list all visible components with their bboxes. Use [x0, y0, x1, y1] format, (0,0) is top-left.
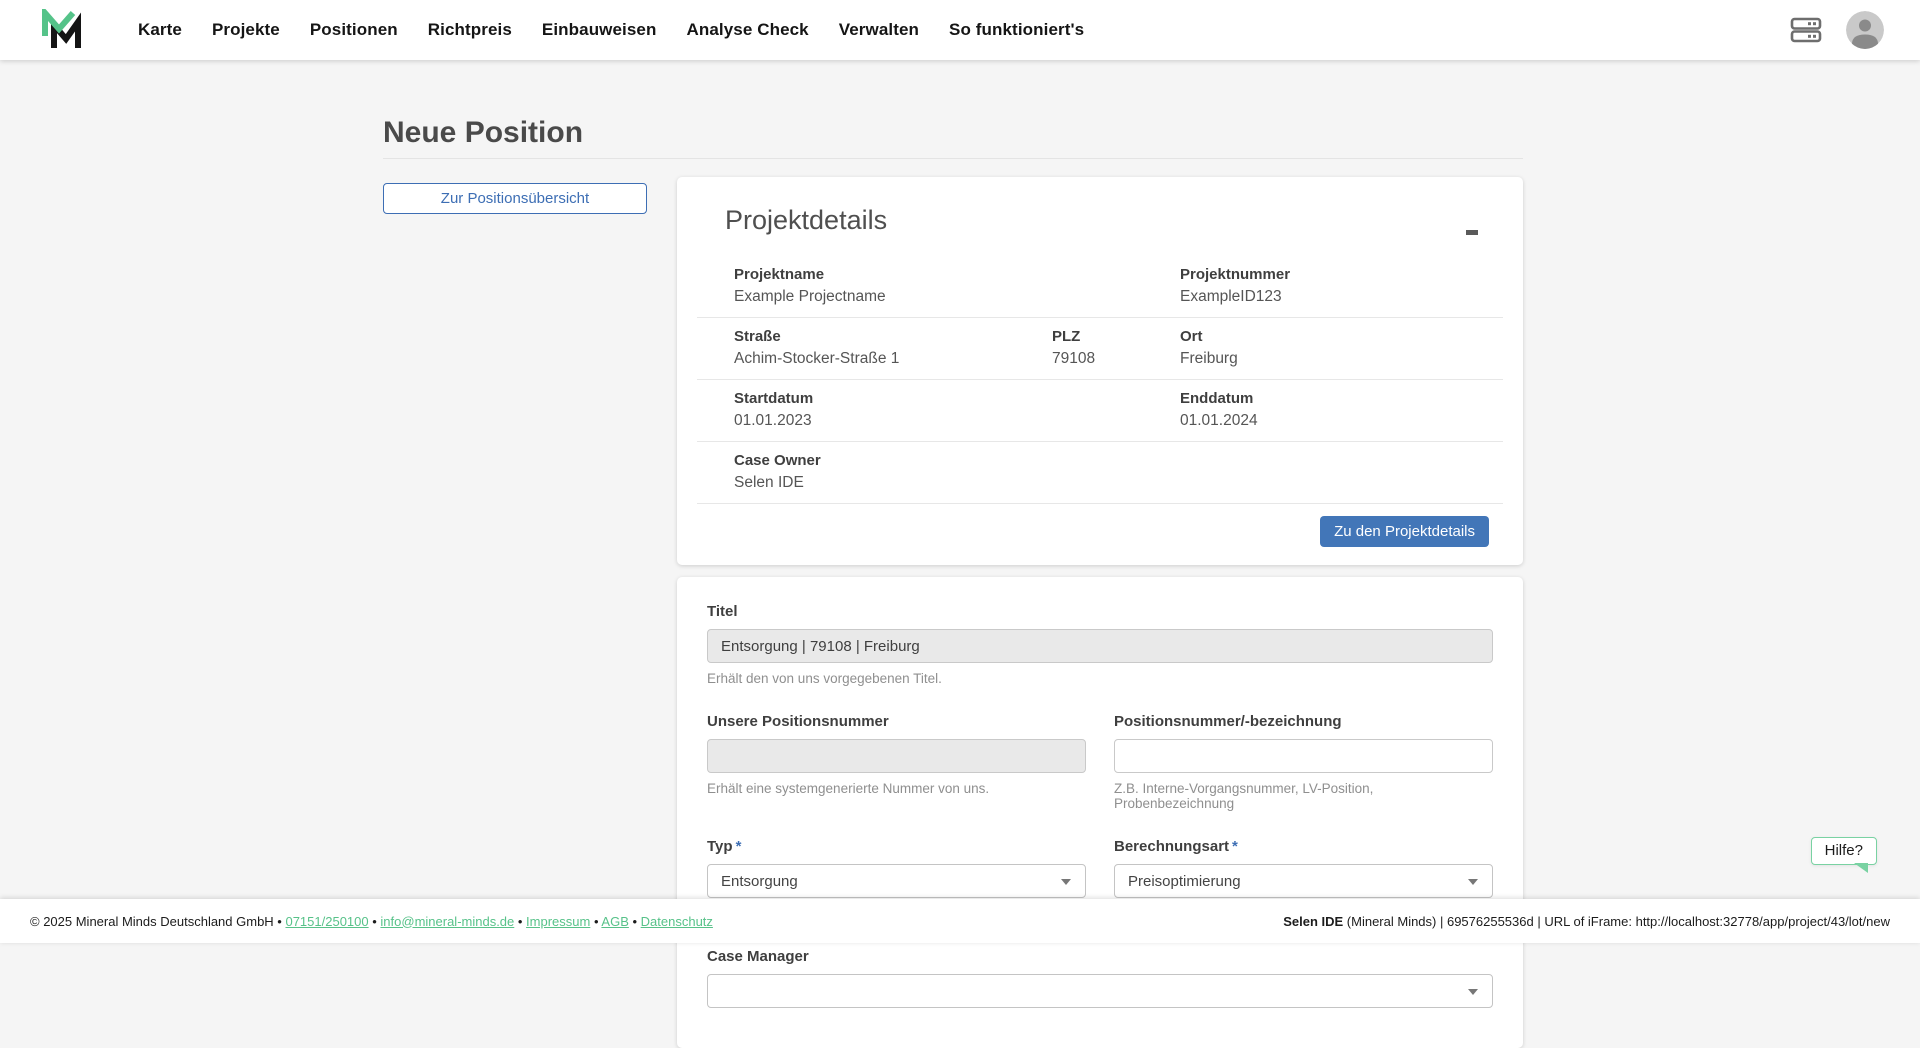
- table-row: Straße Achim-Stocker-Straße 1 PLZ 79108 …: [697, 318, 1503, 380]
- field-strasse: Straße Achim-Stocker-Straße 1: [734, 327, 1052, 369]
- field-startdatum: Startdatum 01.01.2023: [734, 389, 1180, 431]
- project-details-title: Projektdetails: [725, 205, 1523, 236]
- footer-link-datenschutz[interactable]: Datenschutz: [641, 914, 713, 929]
- nav-item-einbauweisen[interactable]: Einbauweisen: [542, 20, 657, 40]
- footer-separator: •: [514, 914, 526, 929]
- footer-separator: •: [629, 914, 641, 929]
- required-marker: *: [1232, 838, 1238, 855]
- nav-item-positionen[interactable]: Positionen: [310, 20, 398, 40]
- our-position-number-input: [707, 739, 1086, 773]
- table-row: Startdatum 01.01.2023 Enddatum 01.01.202…: [697, 380, 1503, 442]
- field-plz: PLZ 79108: [1052, 327, 1180, 369]
- field-case-owner: Case Owner Selen IDE: [734, 451, 1503, 493]
- field-projektname: Projektname Example Projectname: [734, 265, 1180, 307]
- our-position-number-group: Unsere Positionsnummer Erhält eine syste…: [707, 713, 1086, 811]
- minus-icon: [1466, 230, 1478, 235]
- chevron-down-icon: [1061, 879, 1071, 885]
- footer-link-agb[interactable]: AGB: [601, 914, 628, 929]
- field-ort: Ort Freiburg: [1180, 327, 1503, 369]
- back-to-positions-button[interactable]: Zur Positionsübersicht: [383, 183, 647, 214]
- footer-session-info: Selen IDE (Mineral Minds) | 69576255536d…: [1283, 914, 1890, 929]
- our-position-number-helper: Erhält eine systemgenerierte Nummer von …: [707, 781, 1086, 796]
- project-details-table: Projektname Example Projectname Projektn…: [697, 256, 1503, 504]
- table-row: Projektname Example Projectname Projektn…: [697, 256, 1503, 318]
- titel-label: Titel: [707, 603, 1493, 620]
- typ-label: Typ*: [707, 838, 1086, 855]
- footer-left: © 2025 Mineral Minds Deutschland GmbH • …: [30, 914, 713, 929]
- titel-field-group: Titel Erhält den von uns vorgegebenen Ti…: [707, 603, 1493, 686]
- footer-separator: •: [590, 914, 601, 929]
- title-divider: [383, 158, 1523, 159]
- new-position-form-card: Titel Erhält den von uns vorgegebenen Ti…: [677, 577, 1523, 1048]
- field-projektnummer: Projektnummer ExampleID123: [1180, 265, 1503, 307]
- titel-helper: Erhält den von uns vorgegebenen Titel.: [707, 671, 1493, 686]
- berechnungsart-label: Berechnungsart*: [1114, 838, 1493, 855]
- nav-item-verwalten[interactable]: Verwalten: [839, 20, 919, 40]
- footer-separator: •: [274, 914, 286, 929]
- case-manager-label: Case Manager: [707, 948, 1493, 965]
- left-column: Zur Positionsübersicht: [383, 177, 647, 214]
- project-details-card: Projektdetails Projektname Example Proje…: [677, 177, 1523, 565]
- collapse-icon[interactable]: [1463, 223, 1481, 241]
- footer-links: • 07151/250100 • info@mineral-minds.de •…: [274, 914, 713, 929]
- nav-item-projekte[interactable]: Projekte: [212, 20, 280, 40]
- case-manager-select[interactable]: [707, 974, 1493, 1008]
- top-navbar: Karte Projekte Positionen Richtpreis Einbauw…: [0, 0, 1920, 60]
- required-marker: *: [736, 838, 742, 855]
- nav-item-analyse-check[interactable]: Analyse Check: [686, 20, 808, 40]
- footer-link-impressum[interactable]: Impressum: [526, 914, 590, 929]
- account-avatar-icon[interactable]: [1846, 11, 1884, 49]
- nav-item-so-funktioniert-s[interactable]: So funktioniert's: [949, 20, 1084, 40]
- project-details-actions: Zu den Projektdetails: [677, 504, 1523, 547]
- footer-copyright: © 2025 Mineral Minds Deutschland GmbH: [30, 914, 274, 929]
- mineral-minds-logo-icon[interactable]: [40, 9, 86, 51]
- speech-bubble-tail-icon: [1854, 863, 1868, 873]
- position-number-helper: Z.B. Interne-Vorgangsnummer, LV-Position…: [1114, 781, 1493, 811]
- main-nav: Karte Projekte Positionen Richtpreis Einbauw…: [138, 20, 1084, 40]
- position-number-label: Positionsnummer/-bezeichnung: [1114, 713, 1493, 730]
- page-footer: © 2025 Mineral Minds Deutschland GmbH • …: [0, 899, 1920, 943]
- chevron-down-icon: [1468, 879, 1478, 885]
- field-enddatum: Enddatum 01.01.2024: [1180, 389, 1503, 431]
- typ-select[interactable]: Entsorgung: [707, 864, 1086, 898]
- position-number-group: Positionsnummer/-bezeichnung Z.B. Intern…: [1114, 713, 1493, 811]
- case-manager-group: Case Manager: [707, 948, 1493, 1008]
- footer-session-details: (Mineral Minds) | 69576255536d | URL of …: [1343, 914, 1890, 929]
- help-button[interactable]: Hilfe?: [1811, 837, 1877, 865]
- footer-link-07151-250100[interactable]: 07151/250100: [285, 914, 368, 929]
- nav-item-richtpreis[interactable]: Richtpreis: [428, 20, 512, 40]
- footer-separator: •: [369, 914, 381, 929]
- our-position-number-label: Unsere Positionsnummer: [707, 713, 1086, 730]
- nav-item-karte[interactable]: Karte: [138, 20, 182, 40]
- page-title: Neue Position: [383, 116, 1523, 150]
- footer-link-info-mineral-minds-de[interactable]: info@mineral-minds.de: [380, 914, 514, 929]
- chevron-down-icon: [1468, 989, 1478, 995]
- titel-input: [707, 629, 1493, 663]
- server-icon[interactable]: [1790, 16, 1822, 44]
- position-number-input[interactable]: [1114, 739, 1493, 773]
- footer-user-name: Selen IDE: [1283, 914, 1343, 929]
- go-to-project-details-button[interactable]: Zu den Projektdetails: [1320, 516, 1489, 547]
- table-row: Case Owner Selen IDE: [697, 442, 1503, 504]
- navbar-right: [1790, 11, 1884, 49]
- berechnungsart-select[interactable]: Preisoptimierung: [1114, 864, 1493, 898]
